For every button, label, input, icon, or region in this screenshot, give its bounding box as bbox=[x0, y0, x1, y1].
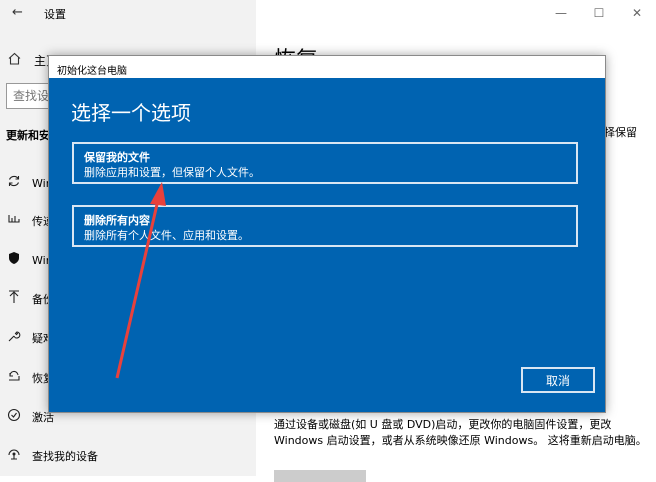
content-text-fragment: 择保留 bbox=[604, 126, 637, 139]
advanced-startup-description: 通过设备或磁盘(如 U 盘或 DVD)启动，更改你的电脑固件设置，更改 Wind… bbox=[274, 418, 647, 447]
cancel-button[interactable]: 取消 bbox=[521, 367, 595, 393]
maximize-button[interactable]: ☐ bbox=[580, 0, 618, 26]
sidebar-item-activation[interactable]: 激活 bbox=[6, 407, 54, 427]
option-description: 删除应用和设置，但保留个人文件。 bbox=[84, 166, 260, 179]
window-controls: — ☐ ✕ bbox=[542, 0, 656, 26]
shield-icon bbox=[6, 251, 22, 269]
remove-everything-option[interactable]: 删除所有内容 删除所有个人文件、应用和设置。 bbox=[72, 205, 578, 247]
dialog-titlebar: 初始化这台电脑 bbox=[49, 56, 605, 78]
backup-icon bbox=[6, 290, 22, 308]
wrench-icon bbox=[6, 329, 22, 347]
activation-icon bbox=[6, 408, 22, 426]
sync-icon bbox=[6, 174, 22, 192]
sidebar-item-find-device[interactable]: 查找我的设备 bbox=[6, 446, 98, 466]
option-title: 删除所有内容 bbox=[84, 214, 150, 227]
sidebar-item-label: 查找我的设备 bbox=[32, 450, 98, 463]
option-title: 保留我的文件 bbox=[84, 151, 150, 164]
close-icon: ✕ bbox=[631, 6, 643, 20]
delivery-icon bbox=[6, 212, 22, 230]
back-arrow-icon[interactable]: ← bbox=[12, 5, 23, 20]
dialog-body: 选择一个选项 保留我的文件 删除应用和设置，但保留个人文件。 删除所有内容 删除… bbox=[49, 78, 605, 412]
recovery-icon bbox=[6, 369, 22, 387]
minimize-button[interactable]: — bbox=[542, 0, 580, 26]
option-description: 删除所有个人文件、应用和设置。 bbox=[84, 229, 249, 242]
app-title: 设置 bbox=[44, 8, 66, 21]
close-button[interactable]: ✕ bbox=[618, 0, 656, 26]
maximize-icon: ☐ bbox=[593, 6, 605, 20]
minimize-icon: — bbox=[555, 6, 567, 20]
dialog-title: 初始化这台电脑 bbox=[57, 66, 127, 77]
keep-my-files-option[interactable]: 保留我的文件 删除应用和设置，但保留个人文件。 bbox=[72, 142, 578, 184]
find-device-icon bbox=[6, 447, 22, 465]
sidebar-item-backup[interactable]: 备份 bbox=[6, 289, 54, 309]
sidebar-item-recovery[interactable]: 恢复 bbox=[6, 368, 54, 388]
dialog-heading: 选择一个选项 bbox=[71, 101, 191, 125]
reset-pc-dialog: 初始化这台电脑 选择一个选项 保留我的文件 删除应用和设置，但保留个人文件。 删… bbox=[48, 55, 606, 413]
settings-titlebar: ← 设置 bbox=[0, 0, 256, 26]
home-icon bbox=[8, 52, 22, 69]
restart-now-button[interactable] bbox=[274, 470, 366, 482]
